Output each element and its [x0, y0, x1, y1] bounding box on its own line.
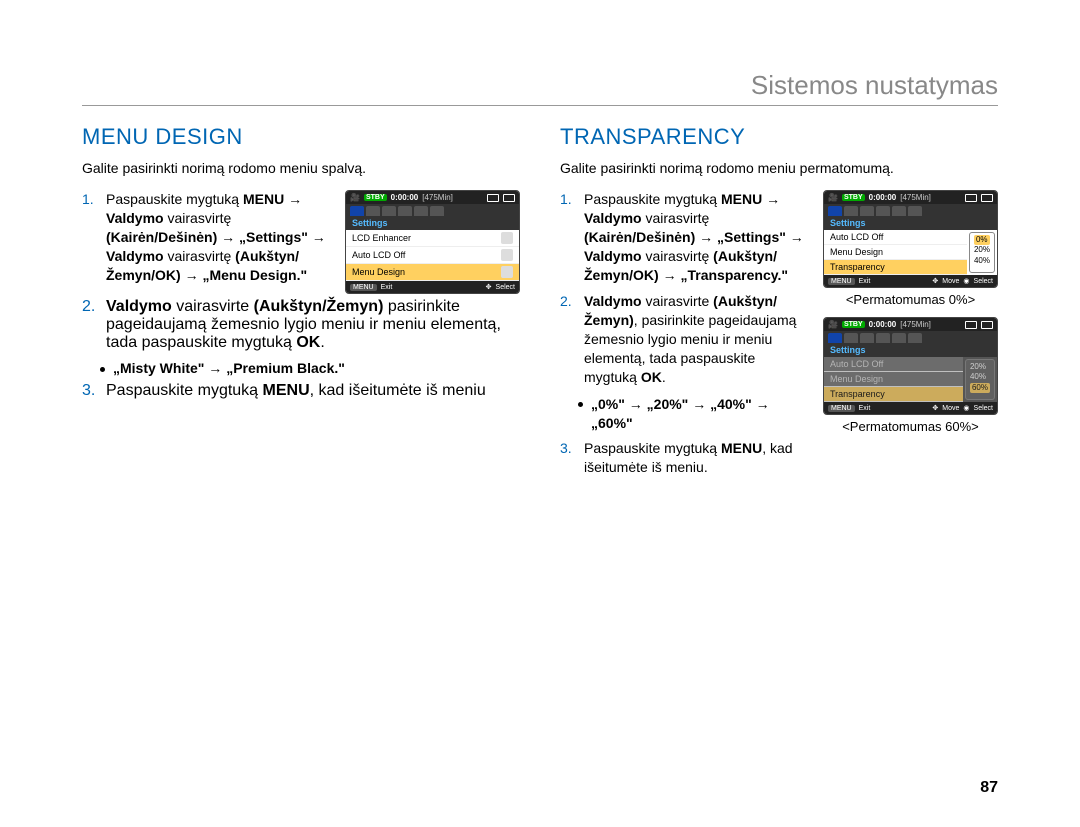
camera-icon: 🎥: [350, 193, 360, 202]
stby-badge: STBY: [842, 321, 865, 328]
step-2-text: Valdymo vairasvirte (Aukštyn/Žemyn) pasi…: [106, 298, 520, 352]
menu-row-selected: Transparency: [824, 387, 963, 402]
menu-row: Auto LCD Off: [824, 230, 967, 245]
lcd-screenshot-transparency-60: 🎥 STBY 0:00:00 [475Min] Settings: [823, 317, 998, 415]
section-title: MENU DESIGN: [82, 124, 520, 150]
intro-text: Galite pasirinkti norimą rodomo meniu pe…: [560, 160, 998, 176]
menu-chip: MENU: [828, 405, 855, 412]
intro-text: Galite pasirinkti norimą rodomo meniu sp…: [82, 160, 520, 176]
option-bullet: „Misty White" → „Premium Black.": [100, 360, 520, 376]
tab: [382, 206, 396, 216]
opt-selected: 60%: [970, 383, 990, 393]
settings-heading: Settings: [824, 216, 997, 230]
battery-icon: [981, 321, 993, 329]
foot-exit: Exit: [859, 405, 871, 412]
menu-row: LCD Enhancer: [346, 230, 519, 247]
menu-row: Auto LCD Off: [346, 247, 519, 264]
settings-heading: Settings: [346, 216, 519, 230]
foot-move: Move: [942, 278, 959, 285]
ok-icon: ◉: [963, 404, 969, 412]
step-number: 2.: [82, 298, 100, 352]
step-3-text: Paspauskite mygtuką MENU, kad išeitumėte…: [106, 382, 486, 400]
menu-row: Auto LCD Off: [824, 357, 963, 372]
step-number: 3.: [560, 439, 578, 477]
card-icon: [487, 194, 499, 202]
row-icon: [501, 249, 513, 261]
remaining-time: [475Min]: [422, 193, 453, 202]
foot-exit: Exit: [859, 278, 871, 285]
stby-badge: STBY: [364, 194, 387, 201]
step-number: 3.: [82, 382, 100, 400]
lcd-screenshot-menu-design: 🎥 STBY 0:00:00 [475Min] Settings: [345, 190, 520, 294]
menu-row-selected: Menu Design: [346, 264, 519, 281]
foot-select: Select: [974, 278, 993, 285]
camera-icon: 🎥: [828, 193, 838, 202]
row-icon: [501, 232, 513, 244]
step-number: 1.: [82, 190, 100, 284]
opt: 40%: [970, 372, 986, 381]
tab: [366, 206, 380, 216]
caption-60pct: <Permatomumas 60%>: [823, 419, 998, 434]
option-bullet: „0%" → „20%" → „40%" → „60%": [578, 395, 811, 433]
option-popup: 20% 40% 60%: [965, 359, 995, 400]
card-icon: [965, 321, 977, 329]
timecode: 0:00:00: [869, 320, 897, 329]
settings-heading: Settings: [824, 343, 997, 357]
menu-chip: MENU: [828, 278, 855, 285]
tab-strip: [824, 204, 997, 216]
tab-active: [350, 206, 364, 216]
section-title: TRANSPARENCY: [560, 124, 998, 150]
menu-chip: MENU: [350, 284, 377, 291]
section-menu-design: MENU DESIGN Galite pasirinkti norimą rod…: [82, 124, 520, 484]
section-transparency: TRANSPARENCY Galite pasirinkti norimą ro…: [560, 124, 998, 484]
tab: [430, 206, 444, 216]
remaining-time: [475Min]: [900, 320, 931, 329]
foot-exit: Exit: [381, 284, 393, 291]
tab: [414, 206, 428, 216]
tab-strip: [346, 204, 519, 216]
step-number: 2.: [560, 292, 578, 386]
opt: 20%: [970, 362, 986, 371]
bullet-icon: [100, 367, 105, 372]
menu-row: Menu Design: [824, 372, 963, 387]
joystick-icon: ✥: [932, 277, 938, 285]
option-popup: 0% 20% 40%: [969, 232, 995, 273]
foot-select: Select: [496, 284, 515, 291]
step-1-text: Paspauskite mygtuką MENU → Valdymo vaira…: [106, 190, 333, 284]
step-3-text: Paspauskite mygtuką MENU, kad išeitumėte…: [584, 439, 811, 477]
step-number: 1.: [560, 190, 578, 284]
remaining-time: [475Min]: [900, 193, 931, 202]
timecode: 0:00:00: [869, 193, 897, 202]
menu-row-selected: Transparency: [824, 260, 967, 275]
joystick-icon: ✥: [932, 404, 938, 412]
caption-0pct: <Permatomumas 0%>: [823, 292, 998, 307]
step-2-text: Valdymo vairasvirte (Aukštyn/Žemyn), pas…: [584, 292, 811, 386]
page-number: 87: [980, 779, 998, 797]
foot-move: Move: [942, 405, 959, 412]
row-icon: [501, 266, 513, 278]
step-1-text: Paspauskite mygtuką MENU → Valdymo vaira…: [584, 190, 811, 284]
opt: 40%: [974, 256, 990, 265]
tab: [398, 206, 412, 216]
bullet-icon: [578, 402, 583, 407]
tab-active: [828, 206, 842, 216]
tab-strip: [824, 331, 997, 343]
chapter-title: Sistemos nustatymas: [82, 70, 998, 105]
battery-icon: [503, 194, 515, 202]
menu-row: Menu Design: [824, 245, 967, 260]
card-icon: [965, 194, 977, 202]
ok-icon: ◉: [963, 277, 969, 285]
camera-icon: 🎥: [828, 320, 838, 329]
stby-badge: STBY: [842, 194, 865, 201]
foot-select: Select: [974, 405, 993, 412]
lcd-screenshot-transparency-0: 🎥 STBY 0:00:00 [475Min] Settings: [823, 190, 998, 288]
opt-selected: 0%: [974, 235, 990, 245]
opt: 20%: [974, 245, 990, 254]
timecode: 0:00:00: [391, 193, 419, 202]
joystick-icon: ✥: [486, 283, 492, 291]
battery-icon: [981, 194, 993, 202]
